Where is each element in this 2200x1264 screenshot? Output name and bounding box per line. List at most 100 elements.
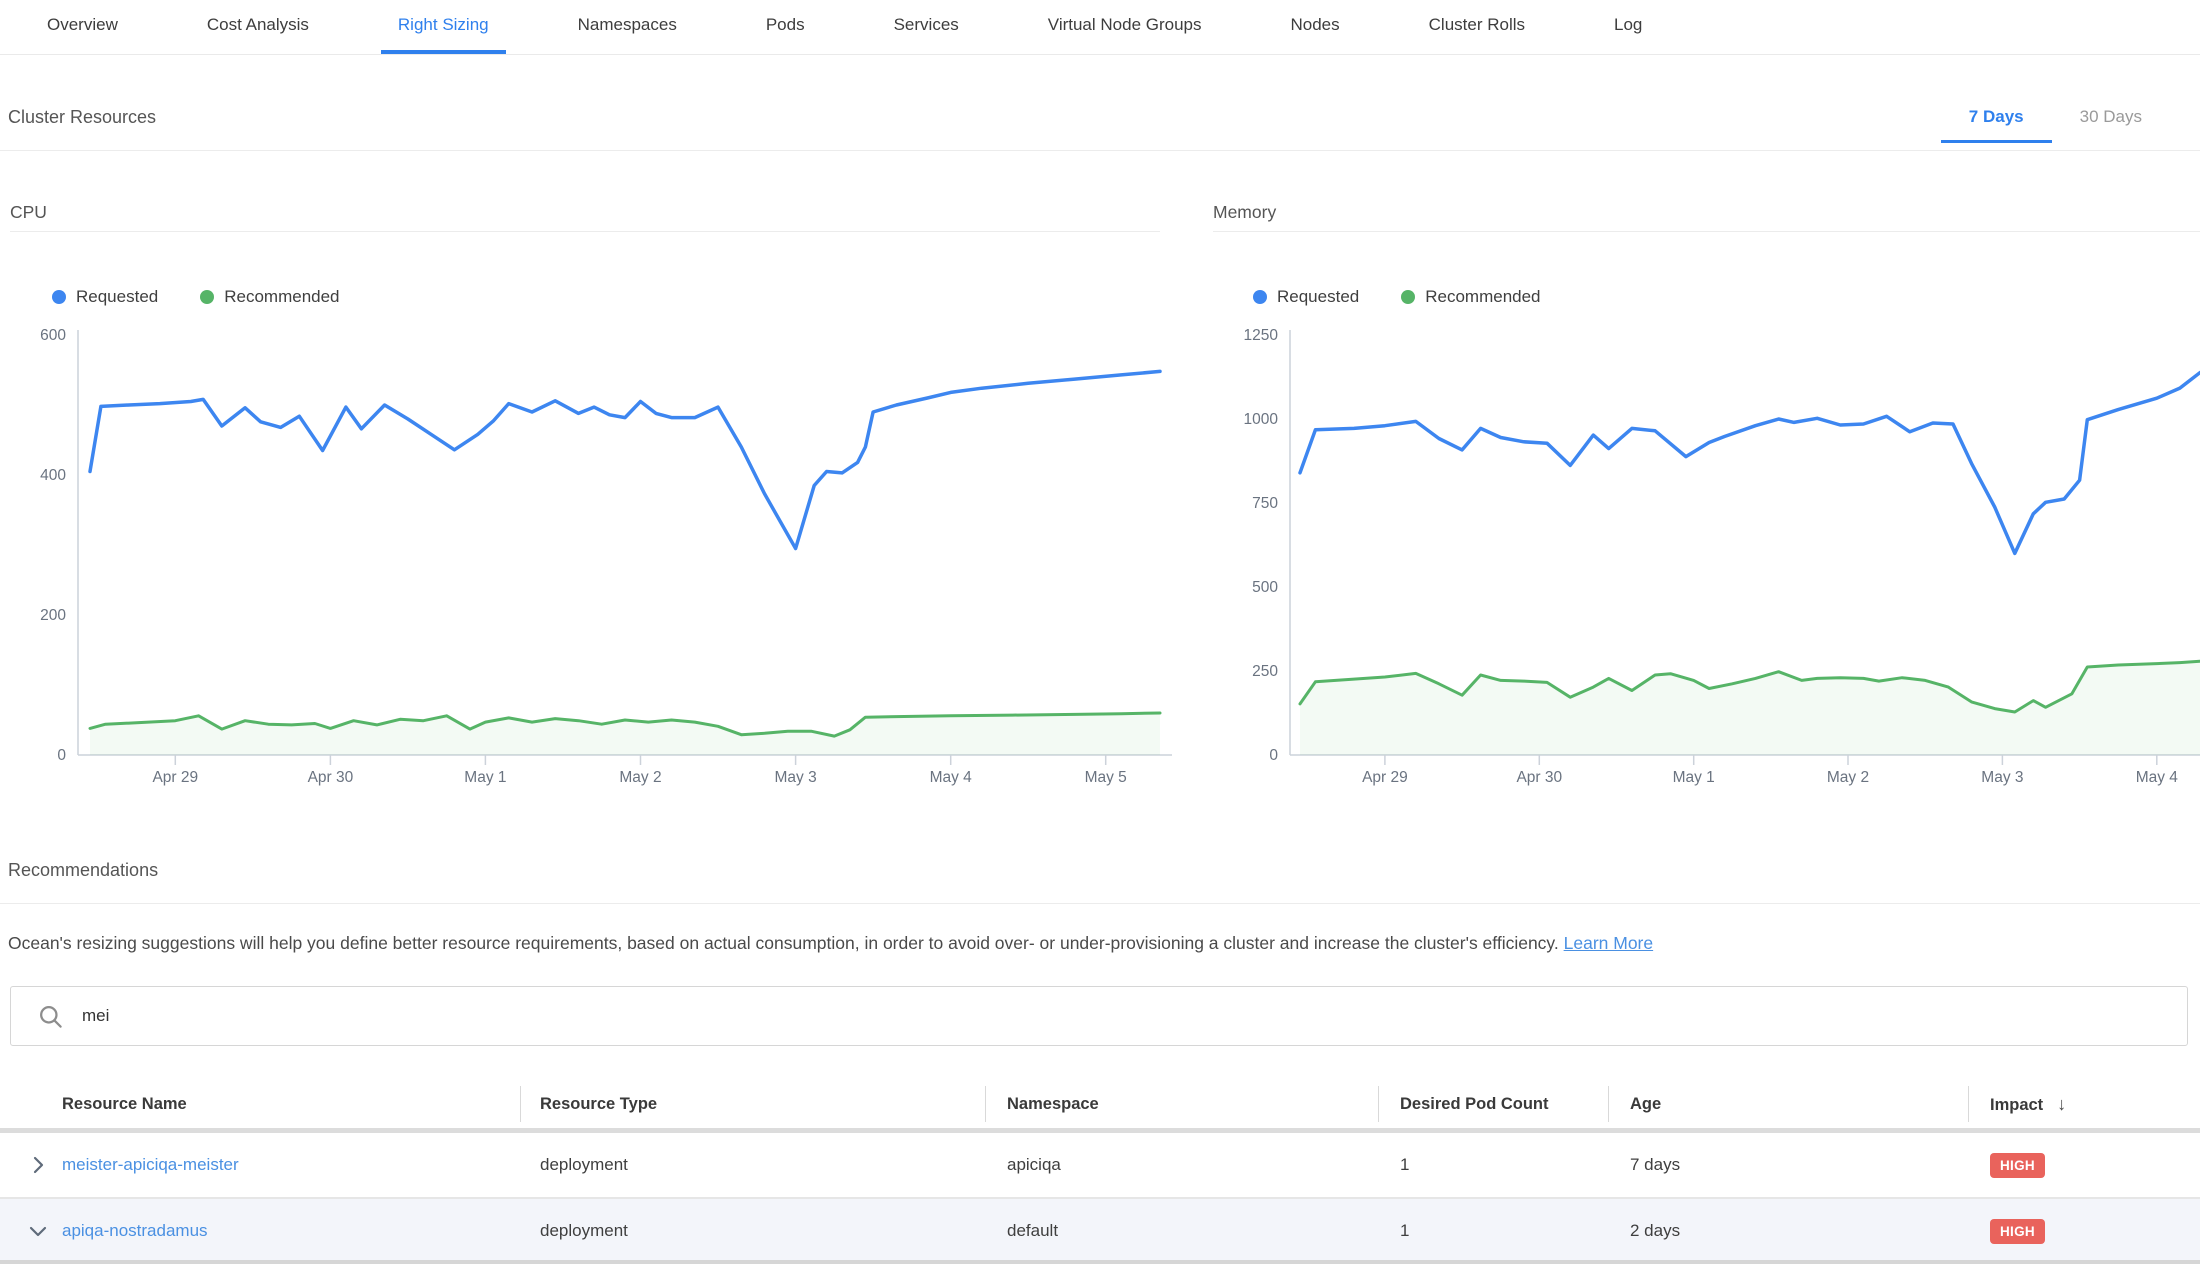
tab-cost-analysis[interactable]: Cost Analysis: [190, 0, 326, 54]
section-divider: [0, 150, 2200, 151]
svg-text:Apr 30: Apr 30: [1516, 769, 1562, 786]
cpu-chart-svg: 0 200 400 600 Apr 29 Apr 30 May 1 May 2 May 3 May…: [10, 320, 1180, 800]
resource-name-link[interactable]: apiqa-nostradamus: [62, 1199, 208, 1263]
svg-text:May 2: May 2: [619, 769, 661, 786]
right-sizing-page: Overview Cost Analysis Right Sizing Name…: [0, 0, 2200, 1264]
desired-pod-count-cell: 1: [1400, 1133, 1409, 1197]
col-namespace[interactable]: Namespace: [1007, 1080, 1099, 1128]
cluster-resources-title: Cluster Resources: [8, 107, 156, 128]
table-row[interactable]: apiqa-nostradamus deployment default 1 2…: [0, 1199, 2200, 1263]
description-text: Ocean's resizing suggestions will help y…: [8, 933, 1559, 953]
tab-namespaces[interactable]: Namespaces: [561, 0, 694, 54]
legend-label: Requested: [76, 287, 158, 307]
table-bottom-divider: [0, 1260, 2200, 1264]
recommendations-title: Recommendations: [8, 860, 158, 881]
memory-chart-legend: Requested Recommended: [1253, 287, 1583, 307]
memory-legend-requested: Requested: [1253, 287, 1359, 307]
svg-text:May 5: May 5: [1085, 769, 1127, 786]
namespace-cell: default: [1007, 1199, 1058, 1263]
learn-more-link[interactable]: Learn More: [1564, 933, 1654, 953]
impact-cell: HIGH: [1990, 1133, 2045, 1197]
recommended-dot-icon: [1401, 290, 1415, 304]
svg-text:May 2: May 2: [1827, 769, 1869, 786]
memory-legend-recommended: Recommended: [1401, 287, 1540, 307]
impact-high-badge: HIGH: [1990, 1153, 2045, 1178]
svg-text:750: 750: [1252, 495, 1278, 512]
tab-overview[interactable]: Overview: [30, 0, 135, 54]
recommended-dot-icon: [200, 290, 214, 304]
resource-type-cell: deployment: [540, 1199, 628, 1263]
sort-desc-icon[interactable]: ↓: [2057, 1094, 2066, 1114]
col-desired-pod-count[interactable]: Desired Pod Count: [1400, 1080, 1549, 1128]
svg-text:May 3: May 3: [774, 769, 816, 786]
svg-text:May 1: May 1: [1673, 769, 1715, 786]
resource-name-link[interactable]: meister-apiciqa-meister: [62, 1133, 239, 1197]
range-tab-30-days[interactable]: 30 Days: [2052, 107, 2170, 141]
search-input[interactable]: [80, 1005, 2134, 1027]
age-cell: 2 days: [1630, 1199, 1680, 1263]
cpu-chart-legend: Requested Recommended: [52, 287, 382, 307]
svg-text:1000: 1000: [1244, 411, 1279, 428]
col-age[interactable]: Age: [1630, 1080, 1661, 1128]
svg-text:Apr 29: Apr 29: [152, 769, 198, 786]
legend-label: Recommended: [224, 287, 339, 307]
svg-text:600: 600: [40, 327, 66, 344]
desired-pod-count-cell: 1: [1400, 1199, 1409, 1263]
age-cell: 7 days: [1630, 1133, 1680, 1197]
cpu-legend-requested: Requested: [52, 287, 158, 307]
svg-text:May 4: May 4: [2136, 769, 2179, 786]
memory-chart-title: Memory: [1213, 202, 1276, 223]
tab-pods[interactable]: Pods: [749, 0, 822, 54]
svg-text:1250: 1250: [1244, 327, 1279, 344]
namespace-cell: apiciqa: [1007, 1133, 1061, 1197]
chevron-down-icon[interactable]: [26, 1219, 50, 1243]
col-impact-label: Impact: [1990, 1096, 2043, 1114]
svg-text:0: 0: [57, 747, 66, 764]
resource-type-cell: deployment: [540, 1133, 628, 1197]
col-resource-type[interactable]: Resource Type: [540, 1080, 657, 1128]
tab-log[interactable]: Log: [1597, 0, 1659, 54]
impact-cell: HIGH: [1990, 1199, 2045, 1263]
table-row[interactable]: meister-apiciqa-meister deployment apici…: [0, 1133, 2200, 1199]
requested-dot-icon: [52, 290, 66, 304]
memory-chart-svg: 0 250 500 750 1000 1250 Apr 29 Apr 30 May 1 May 2…: [1213, 320, 2200, 800]
range-tab-7-days[interactable]: 7 Days: [1941, 107, 2052, 141]
svg-text:250: 250: [1252, 663, 1278, 680]
legend-label: Requested: [1277, 287, 1359, 307]
tab-cluster-rolls[interactable]: Cluster Rolls: [1412, 0, 1542, 54]
svg-text:500: 500: [1252, 579, 1278, 596]
resource-search-box: [10, 986, 2188, 1046]
top-tab-bar: Overview Cost Analysis Right Sizing Name…: [0, 0, 2200, 55]
svg-text:400: 400: [40, 467, 66, 484]
section-divider: [0, 903, 2200, 904]
svg-text:0: 0: [1269, 747, 1278, 764]
tab-right-sizing[interactable]: Right Sizing: [381, 0, 506, 54]
svg-text:Apr 30: Apr 30: [308, 769, 354, 786]
chevron-right-icon[interactable]: [26, 1153, 50, 1177]
svg-text:May 1: May 1: [464, 769, 506, 786]
column-divider: [1968, 1086, 1969, 1122]
time-range-toggle: 7 Days 30 Days: [1941, 107, 2170, 141]
svg-text:May 4: May 4: [930, 769, 973, 786]
memory-title-divider: [1213, 231, 2200, 232]
column-divider: [1608, 1086, 1609, 1122]
col-resource-name[interactable]: Resource Name: [62, 1080, 187, 1128]
recommendations-description: Ocean's resizing suggestions will help y…: [8, 933, 1653, 954]
cpu-legend-recommended: Recommended: [200, 287, 339, 307]
requested-dot-icon: [1253, 290, 1267, 304]
svg-text:Apr 29: Apr 29: [1362, 769, 1408, 786]
tab-virtual-node-groups[interactable]: Virtual Node Groups: [1031, 0, 1219, 54]
cpu-chart-title: CPU: [10, 202, 47, 223]
column-divider: [520, 1086, 521, 1122]
svg-text:May 3: May 3: [1981, 769, 2023, 786]
column-divider: [1378, 1086, 1379, 1122]
table-header: Resource Name Resource Type Namespace De…: [0, 1080, 2200, 1128]
tab-services[interactable]: Services: [877, 0, 976, 54]
legend-label: Recommended: [1425, 287, 1540, 307]
col-impact[interactable]: Impact ↓: [1990, 1080, 2066, 1129]
tab-nodes[interactable]: Nodes: [1274, 0, 1357, 54]
cpu-title-divider: [10, 231, 1160, 232]
impact-high-badge: HIGH: [1990, 1219, 2045, 1244]
svg-text:200: 200: [40, 607, 66, 624]
search-icon: [37, 1003, 64, 1030]
